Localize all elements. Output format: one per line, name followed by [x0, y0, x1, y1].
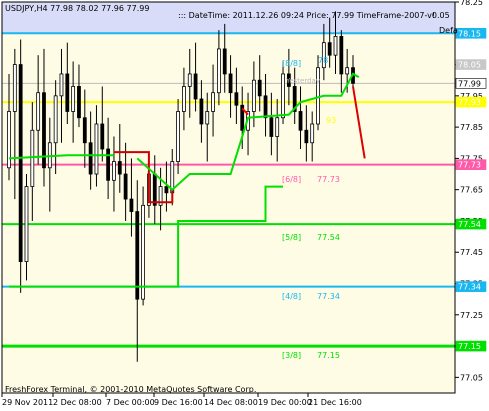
- price-tag-label-6: 77.34: [458, 283, 481, 292]
- annotation-78: 78: [318, 56, 328, 65]
- candle-body-29: [176, 111, 180, 162]
- price-tag-label-2: 77.99: [458, 79, 481, 88]
- candle-body-19: [117, 161, 122, 175]
- level-6-8-value: 77.73: [317, 175, 340, 184]
- level-3-8-value: 77.15: [317, 351, 340, 360]
- x-tick-label-3: 9 Dec 16:00: [154, 398, 203, 407]
- info-line: ::: DateTime: 2011.12.26 09:24 Price: 77…: [178, 11, 450, 20]
- candle-body-45: [269, 117, 274, 137]
- candle-body-36: [216, 48, 221, 94]
- x-tick-label-5: 19 Dec 00:00: [258, 398, 312, 407]
- candle-body-52: [310, 123, 315, 144]
- level-6-8-name: [6/8]: [282, 175, 301, 184]
- annotation-yesterday: Yesterday: [285, 77, 320, 85]
- candle-body-37: [222, 48, 227, 75]
- candle-body-58: [345, 67, 350, 75]
- candle-body-25: [152, 173, 157, 206]
- candle-body-2: [18, 64, 23, 263]
- price-tag-label-0: 78.15: [458, 29, 481, 38]
- candle-body-38: [228, 73, 233, 94]
- level-4-8-name: [4/8]: [282, 292, 301, 301]
- level-5-8-value: 77.54: [317, 233, 340, 242]
- y-tick-label-6: 77.65: [460, 186, 483, 195]
- symbol-line: USDJPY,H4 77.98 78.02 77.96 77.99: [5, 4, 149, 13]
- candle-body-15: [94, 123, 99, 175]
- candle-body-17: [106, 148, 111, 181]
- candle-body-39: [234, 92, 239, 106]
- candle-body-1: [12, 64, 17, 112]
- corner-mark: !: [432, 11, 435, 20]
- candle-body-57: [339, 36, 344, 75]
- price-tag-label-7: 77.15: [458, 342, 481, 351]
- x-tick-label-4: 14 Dec 08:00: [204, 398, 258, 407]
- candle-body-20: [123, 173, 128, 200]
- candle-body-30: [182, 86, 186, 112]
- candle-body-31: [187, 73, 192, 87]
- candle-body-43: [257, 79, 262, 97]
- candle-body-11: [71, 86, 76, 112]
- candle-body-51: [304, 129, 309, 144]
- y-tick-label-8: 77.45: [460, 248, 483, 257]
- y-tick-label-0: 78.25: [460, 0, 483, 7]
- candle-body-55: [327, 42, 332, 56]
- candle-body-44: [263, 95, 268, 119]
- corner-label: Defa: [439, 26, 458, 35]
- candle-body-5: [36, 92, 41, 131]
- candle-body-3: [24, 186, 29, 263]
- level-8-8-name: [8/8]: [282, 59, 301, 68]
- candle-body-13: [82, 117, 87, 144]
- background-band-1: [2, 33, 455, 393]
- footer-copyright: FreshForex Terminal, © 2001-2010 MetaQuo…: [5, 385, 256, 394]
- price-tag-label-1: 78.05: [458, 61, 481, 70]
- candle-body-18: [112, 161, 116, 181]
- price-tag-label-3: 77.93: [458, 98, 481, 107]
- candle-body-47: [281, 73, 285, 119]
- candle-body-34: [205, 111, 210, 125]
- level-3-8-name: [3/8]: [282, 351, 301, 360]
- price-tag-label-5: 77.54: [458, 220, 481, 229]
- candle-body-4: [30, 129, 35, 187]
- candle-body-33: [199, 98, 204, 125]
- chart: 78.2578.1578.0577.9577.8577.7577.6577.55…: [0, 0, 489, 411]
- chart-svg: 78.2578.1578.0577.9577.8577.7577.6577.55…: [0, 0, 489, 411]
- candle-body-10: [65, 73, 70, 112]
- candle-body-46: [275, 117, 280, 137]
- bands-layer: [2, 2, 455, 393]
- candle-body-27: [164, 186, 169, 194]
- x-tick-label-0: 29 Nov 2011: [2, 398, 53, 407]
- candle-body-12: [77, 86, 81, 119]
- candle-body-14: [88, 142, 93, 175]
- candle-body-16: [100, 123, 105, 150]
- x-tick-label-1: 2 Dec 08:00: [53, 398, 102, 407]
- level-5-8-name: [5/8]: [282, 233, 301, 242]
- y-tick-label-12: 77.05: [460, 373, 483, 382]
- candle-body-35: [211, 92, 215, 112]
- candle-body-9: [59, 73, 64, 97]
- candle-body-56: [333, 36, 338, 56]
- candle-body-42: [251, 79, 256, 112]
- y-tick-label-10: 77.25: [460, 311, 483, 320]
- x-tick-label-2: 7 Dec 00:00: [106, 398, 155, 407]
- candle-body-21: [129, 198, 134, 212]
- candle-body-23: [141, 204, 146, 300]
- level-4-8-value: 77.34: [317, 292, 340, 301]
- y-tick-label-4: 77.85: [460, 123, 483, 132]
- candle-body-32: [193, 73, 198, 100]
- annotation-93: 93: [326, 116, 336, 125]
- candle-body-8: [53, 95, 58, 144]
- x-tick-label-6: 21 Dec 16:00: [308, 398, 362, 407]
- price-tag-label-4: 77.73: [458, 161, 481, 170]
- candle-body-50: [298, 111, 303, 131]
